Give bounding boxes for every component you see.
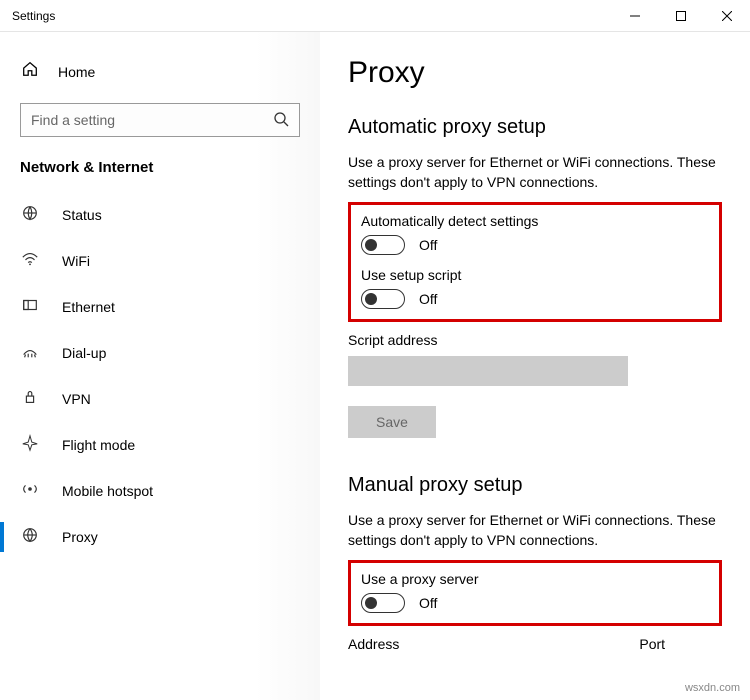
use-proxy-toggle[interactable] [361,593,405,613]
search-input[interactable]: Find a setting [20,103,300,137]
close-button[interactable] [704,0,750,31]
manual-port-label: Port [639,636,665,652]
sidebar-item-dialup[interactable]: Dial-up [0,330,320,376]
script-label: Use setup script [361,267,709,283]
minimize-button[interactable] [612,0,658,31]
proxy-icon [20,526,40,549]
sidebar-item-status[interactable]: Status [0,192,320,238]
sidebar-item-label: VPN [62,391,91,407]
sidebar-item-wifi[interactable]: WiFi [0,238,320,284]
dialup-icon [20,342,40,365]
sidebar-item-hotspot[interactable]: Mobile hotspot [0,468,320,514]
auto-description: Use a proxy server for Ethernet or WiFi … [348,153,722,192]
watermark: wsxdn.com [685,682,740,694]
detect-toggle[interactable] [361,235,405,255]
auto-heading: Automatic proxy setup [348,116,722,139]
script-address-input[interactable] [348,356,628,386]
sidebar: Home Find a setting Network & Internet S… [0,32,320,700]
search-placeholder: Find a setting [31,112,273,128]
sidebar-item-label: WiFi [62,253,90,269]
category-heading: Network & Internet [0,155,320,192]
sidebar-item-label: Dial-up [62,345,106,361]
wifi-icon [20,250,40,273]
manual-address-label: Address [348,636,399,652]
highlight-auto: Automatically detect settings Off Use se… [348,202,722,322]
sidebar-item-label: Status [62,207,102,223]
sidebar-item-label: Ethernet [62,299,115,315]
save-button[interactable]: Save [348,406,436,438]
home-icon [20,60,40,83]
highlight-manual: Use a proxy server Off [348,560,722,626]
window-title: Settings [12,9,55,23]
ethernet-icon [20,296,40,319]
page-title: Proxy [348,56,722,90]
sidebar-item-ethernet[interactable]: Ethernet [0,284,320,330]
manual-description: Use a proxy server for Ethernet or WiFi … [348,511,722,550]
vpn-icon [20,388,40,411]
home-label: Home [58,64,95,80]
maximize-button[interactable] [658,0,704,31]
home-link[interactable]: Home [0,52,320,95]
manual-heading: Manual proxy setup [348,474,722,497]
hotspot-icon [20,480,40,503]
titlebar: Settings [0,0,750,32]
status-icon [20,204,40,227]
window-controls [612,0,750,31]
sidebar-item-proxy[interactable]: Proxy [0,514,320,560]
script-state: Off [419,291,437,307]
search-icon [273,111,289,130]
content-pane: Proxy Automatic proxy setup Use a proxy … [320,32,750,700]
flight-icon [20,434,40,457]
sidebar-item-flight[interactable]: Flight mode [0,422,320,468]
sidebar-item-label: Mobile hotspot [62,483,153,499]
use-proxy-label: Use a proxy server [361,571,709,587]
script-toggle[interactable] [361,289,405,309]
sidebar-item-vpn[interactable]: VPN [0,376,320,422]
sidebar-item-label: Proxy [62,529,98,545]
sidebar-item-label: Flight mode [62,437,135,453]
detect-state: Off [419,237,437,253]
use-proxy-state: Off [419,595,437,611]
script-address-label: Script address [348,332,722,348]
detect-label: Automatically detect settings [361,213,709,229]
